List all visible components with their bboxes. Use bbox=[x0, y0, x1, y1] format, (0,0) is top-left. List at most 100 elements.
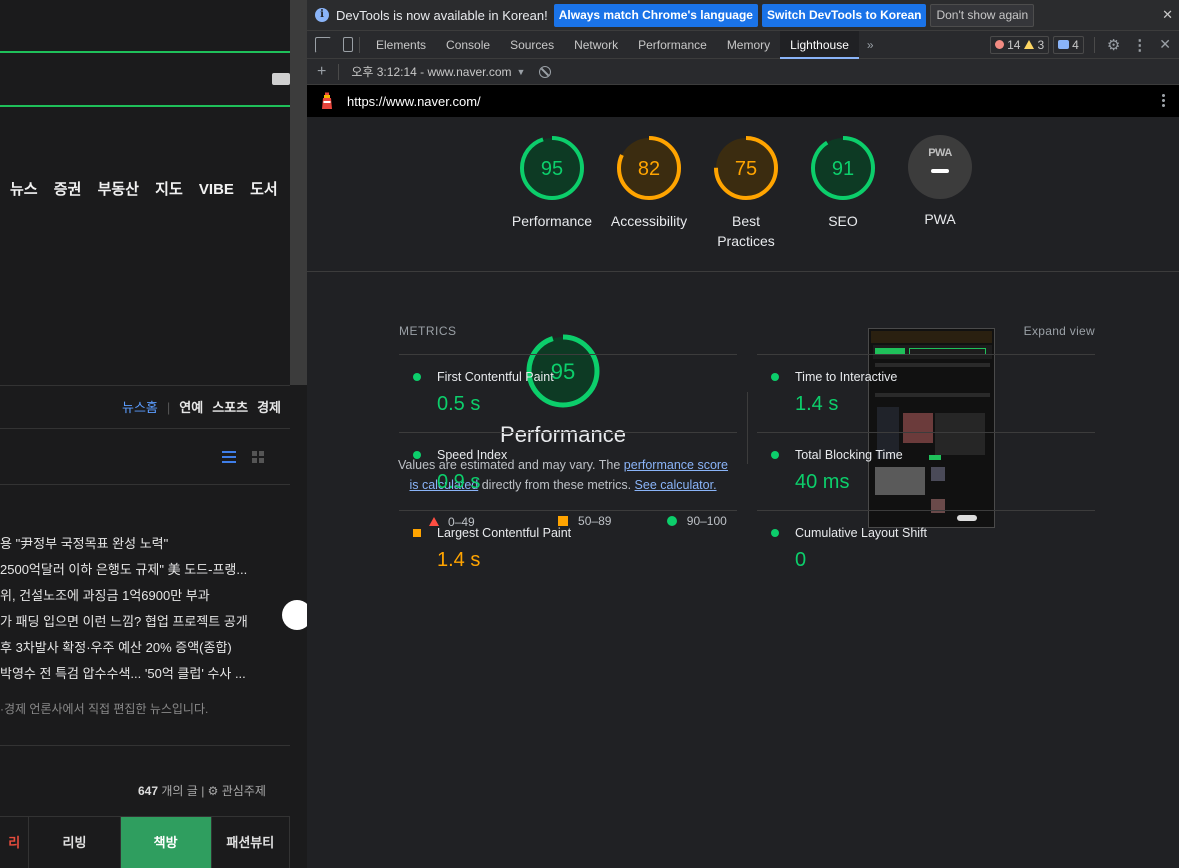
service-news[interactable]: 뉴스 bbox=[10, 181, 38, 198]
pass-indicator-icon bbox=[771, 373, 779, 381]
report-menu-icon[interactable] bbox=[1162, 93, 1165, 108]
dont-show-again-button[interactable]: Don't show again bbox=[930, 3, 1035, 27]
pass-indicator-icon bbox=[413, 373, 421, 381]
search-box-top-border bbox=[0, 51, 290, 53]
post-count-value: 647 bbox=[138, 784, 159, 798]
tab-performance[interactable]: Performance bbox=[628, 31, 717, 59]
metric-speed-index: Speed Index 0.9 s bbox=[399, 432, 737, 510]
switch-korean-button[interactable]: Switch DevTools to Korean bbox=[761, 3, 927, 27]
scrollbar-track[interactable] bbox=[290, 0, 307, 385]
metric-lcp: Largest Contentful Paint 1.4 s bbox=[399, 510, 737, 588]
divider bbox=[0, 385, 290, 386]
new-report-icon[interactable]: + bbox=[317, 63, 326, 81]
score-label: Best Practices bbox=[717, 213, 775, 249]
separator bbox=[338, 63, 340, 80]
headline-item[interactable]: 가 패딩 입으면 이런 느낌? 협업 프로젝트 공개 bbox=[0, 613, 290, 639]
gauge-ring: 82 bbox=[617, 136, 681, 200]
inspect-element-icon[interactable] bbox=[315, 36, 331, 53]
score-label: PWA bbox=[924, 211, 956, 227]
gauge-performance[interactable]: 95 Performance bbox=[502, 135, 602, 231]
pass-indicator-icon bbox=[771, 451, 779, 459]
headline-item[interactable]: 용 "尹정부 국정목표 완성 노력" bbox=[0, 535, 290, 561]
clear-reports-icon[interactable] bbox=[539, 65, 552, 78]
report-url[interactable]: https://www.naver.com/ bbox=[347, 94, 481, 109]
separator bbox=[1093, 36, 1095, 53]
dropdown-arrow-icon[interactable]: ▼ bbox=[517, 67, 526, 77]
interest-topic-link[interactable]: 관심주제 bbox=[222, 784, 266, 798]
metric-value: 40 ms bbox=[795, 471, 850, 493]
service-stock[interactable]: 증권 bbox=[54, 181, 82, 198]
gauge-best-practices[interactable]: 75 Best Practices bbox=[696, 135, 796, 251]
tab-network[interactable]: Network bbox=[564, 31, 628, 59]
news-nav-entertainment[interactable]: 연예 bbox=[179, 400, 203, 415]
pass-indicator-icon bbox=[771, 529, 779, 537]
service-vibe[interactable]: VIBE bbox=[199, 181, 234, 198]
separator: | bbox=[166, 400, 171, 415]
score-label: Performance bbox=[511, 213, 593, 229]
report-selector[interactable]: 오후 3:12:14 - www.naver.com bbox=[351, 63, 511, 80]
metric-tbt: Total Blocking Time 40 ms bbox=[757, 432, 1095, 510]
score-value: 95 bbox=[541, 158, 563, 180]
category-tab[interactable]: 리 bbox=[0, 816, 30, 868]
list-view-icon[interactable] bbox=[222, 451, 236, 463]
match-language-button[interactable]: Always match Chrome's language bbox=[553, 3, 758, 27]
messages-badge[interactable]: 4 bbox=[1053, 35, 1084, 54]
tab-console[interactable]: Console bbox=[436, 31, 500, 59]
devtools-tabbar: Elements Console Sources Network Perform… bbox=[307, 30, 1179, 59]
keyboard-icon[interactable] bbox=[272, 73, 290, 85]
category-tabs: 리 리빙 책방 패션뷰티 bbox=[0, 816, 290, 868]
kebab-menu-icon[interactable]: ⋮ bbox=[1132, 36, 1147, 54]
service-map[interactable]: 지도 bbox=[155, 181, 183, 198]
service-realestate[interactable]: 부동산 bbox=[98, 181, 139, 198]
metrics-title: METRICS bbox=[399, 324, 457, 338]
warning-count: 3 bbox=[1037, 37, 1045, 52]
metric-fcp: First Contentful Paint 0.5 s bbox=[399, 354, 737, 432]
settings-gear-icon[interactable]: ⚙ bbox=[1107, 36, 1120, 54]
more-tabs-icon[interactable]: » bbox=[859, 31, 882, 59]
score-label: SEO bbox=[828, 213, 858, 229]
category-tab-living[interactable]: 리빙 bbox=[29, 816, 121, 868]
metric-value: 1.4 s bbox=[437, 549, 481, 571]
metric-name: Largest Contentful Paint bbox=[437, 526, 572, 540]
headline-item[interactable]: 2500억달러 이하 은행도 규제" 美 도드-프랭... bbox=[0, 561, 290, 587]
expand-view-toggle[interactable]: Expand view bbox=[1024, 324, 1095, 338]
grid-view-icon[interactable] bbox=[252, 451, 265, 463]
naver-page: 뉴스 증권 부동산 지도 VIBE 도서 웹 뉴스홈 | 연예 스포츠 경제 용 "尹정… bbox=[0, 0, 290, 868]
pwa-badge: PWA bbox=[908, 135, 972, 199]
category-tab-fashion[interactable]: 패션뷰티 bbox=[211, 816, 290, 868]
devtools-panel: i DevTools is now available in Korean! A… bbox=[307, 0, 1179, 868]
issues-badge[interactable]: 14 3 bbox=[990, 35, 1050, 54]
average-indicator-icon bbox=[413, 529, 421, 537]
news-nav-sports[interactable]: 스포츠 bbox=[212, 400, 248, 415]
metrics-header: METRICS Expand view bbox=[399, 324, 1095, 354]
metric-name: Cumulative Layout Shift bbox=[795, 526, 928, 540]
metric-tti: Time to Interactive 1.4 s bbox=[757, 354, 1095, 432]
pass-indicator-icon bbox=[413, 451, 421, 459]
divider bbox=[0, 484, 290, 485]
error-icon bbox=[995, 40, 1005, 49]
close-devtools-icon[interactable]: ✕ bbox=[1159, 36, 1171, 53]
service-books[interactable]: 도서 bbox=[250, 181, 278, 198]
tab-sources[interactable]: Sources bbox=[500, 31, 564, 59]
news-home-link[interactable]: 뉴스홈 bbox=[122, 400, 158, 415]
search-box-bottom-border bbox=[0, 105, 290, 107]
score-value: 75 bbox=[735, 158, 757, 180]
headline-item[interactable]: 박영수 전 특검 압수수색... '50억 클럽' 수사 ... bbox=[0, 665, 290, 691]
news-nav: 뉴스홈 | 연예 스포츠 경제 bbox=[122, 397, 290, 416]
lighthouse-icon bbox=[322, 92, 332, 109]
news-nav-economy[interactable]: 경제 bbox=[257, 400, 281, 415]
gauge-pwa[interactable]: PWA PWA bbox=[890, 135, 990, 229]
close-icon[interactable]: ✕ bbox=[1162, 7, 1173, 23]
headline-item[interactable]: 후 3차발사 확정·우주 예산 20% 증액(종합) bbox=[0, 639, 290, 665]
gauge-ring: 75 bbox=[714, 136, 778, 200]
metric-name: Total Blocking Time bbox=[795, 448, 903, 462]
gauge-seo[interactable]: 91 SEO bbox=[793, 135, 893, 231]
tab-memory[interactable]: Memory bbox=[717, 31, 780, 59]
device-toolbar-icon[interactable] bbox=[343, 37, 353, 52]
tab-elements[interactable]: Elements bbox=[366, 31, 436, 59]
gauge-accessibility[interactable]: 82 Accessibility bbox=[599, 135, 699, 231]
tab-lighthouse[interactable]: Lighthouse bbox=[780, 30, 859, 59]
headline-item[interactable]: 위, 건설노조에 과징금 1억6900만 부과 bbox=[0, 587, 290, 613]
metric-name: Time to Interactive bbox=[795, 370, 898, 384]
category-tab-books[interactable]: 책방 bbox=[120, 816, 212, 868]
